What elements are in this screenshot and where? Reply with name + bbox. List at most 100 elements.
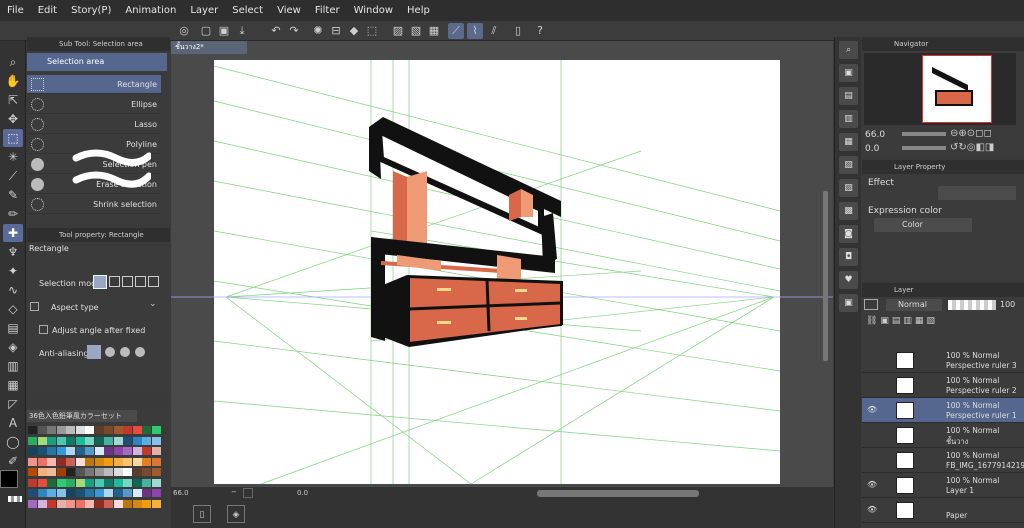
color-swatch[interactable] (94, 436, 104, 445)
eraser-icon[interactable]: ◇ (3, 300, 23, 318)
undo-icon[interactable]: ↶ (268, 23, 284, 39)
menu-item-window[interactable]: Window (347, 0, 400, 21)
anti-aliasing-medium[interactable] (120, 347, 130, 357)
subtool-ellipse[interactable]: Ellipse (27, 95, 161, 114)
color-swatch[interactable] (104, 499, 113, 508)
canvas-view[interactable] (171, 41, 833, 487)
color-swatch[interactable] (113, 426, 123, 434)
color-swatch[interactable] (142, 478, 151, 487)
color-swatch[interactable] (123, 447, 132, 455)
color-swatch-grid[interactable] (28, 426, 162, 522)
color-swatch[interactable] (28, 478, 37, 487)
navigator-zoom-slider[interactable] (902, 132, 946, 136)
save-icon[interactable]: ⤓ (234, 23, 250, 39)
color-swatch[interactable] (123, 468, 132, 476)
color-swatch[interactable] (37, 499, 47, 508)
brush-size-icon[interactable]: ▣ (839, 294, 858, 312)
canvas-zoom-value[interactable]: 66.0 (173, 489, 189, 497)
eye-hidden-icon[interactable] (867, 356, 875, 364)
color-swatch[interactable] (132, 478, 142, 487)
color-swatch[interactable] (47, 436, 56, 445)
color-swatch[interactable] (56, 436, 66, 445)
color-swatch[interactable] (66, 499, 75, 508)
color-swatch[interactable] (94, 489, 104, 497)
color-swatch[interactable] (123, 436, 132, 445)
color-swatch[interactable] (132, 436, 142, 445)
effect-buttons[interactable] (938, 186, 1016, 200)
menu-item-animation[interactable]: Animation (118, 0, 183, 21)
help-icon[interactable]: ? (532, 23, 548, 39)
selection-tool-icon[interactable]: ⬚ (3, 129, 23, 147)
color-swatch[interactable] (75, 426, 85, 434)
color-swatch[interactable] (75, 489, 85, 497)
selection-mode-add[interactable] (109, 276, 120, 287)
color-swatch[interactable] (66, 457, 75, 466)
color-set-select[interactable]: 36色入色鉛筆風カラーセット (27, 410, 137, 422)
color-swatch[interactable] (28, 436, 37, 445)
navigator-zoom-buttons-icon[interactable]: ⊖⊕⊙◻◻ (950, 128, 992, 139)
expression-color-select[interactable]: Color (874, 218, 972, 232)
color-swatch[interactable] (37, 457, 47, 466)
color-swatch[interactable] (47, 426, 56, 434)
color-swatch[interactable] (85, 447, 94, 455)
color-swatch[interactable] (56, 478, 66, 487)
transparent-swatch[interactable] (8, 496, 22, 502)
layer-blend-swatch[interactable] (864, 299, 878, 310)
layer-toolbar-icons[interactable]: ⛓▣▤▥▦▧ (866, 316, 1022, 330)
color-swatch[interactable] (47, 457, 56, 466)
color-swatch[interactable] (66, 426, 75, 434)
open-icon[interactable]: ▣ (216, 23, 232, 39)
anti-aliasing-none[interactable] (87, 345, 101, 359)
eye-icon[interactable]: 👁 (867, 406, 877, 414)
color-swatch[interactable] (113, 489, 123, 497)
color-swatch[interactable] (151, 457, 161, 466)
color-swatch[interactable] (94, 426, 104, 434)
color-swatch[interactable] (56, 426, 66, 434)
invert-icon[interactable]: ▧ (408, 23, 424, 39)
loading-icon[interactable]: ✺ (310, 23, 326, 39)
color-swatch[interactable] (123, 457, 132, 466)
balloon-icon[interactable]: ◯ (3, 433, 23, 451)
palette-icon[interactable]: ◘ (839, 248, 858, 266)
color-swatch[interactable] (151, 447, 161, 455)
color-swatch[interactable] (151, 489, 161, 497)
color-swatch[interactable] (151, 426, 161, 434)
fill-icon[interactable]: ◆ (346, 23, 362, 39)
color-swatch[interactable] (85, 499, 94, 508)
selection-mode-new[interactable] (93, 275, 107, 289)
pencil-icon[interactable]: ✏ (3, 205, 23, 223)
color-swatch[interactable] (104, 478, 113, 487)
color-swatch[interactable] (94, 447, 104, 455)
device-icon[interactable]: ▯ (510, 23, 526, 39)
auto-select-icon[interactable]: ✳ (3, 148, 23, 166)
color-swatch[interactable] (142, 499, 151, 508)
color-swatch[interactable] (142, 489, 151, 497)
hand-icon[interactable]: ✋ (3, 72, 23, 90)
color-swatch[interactable] (104, 436, 113, 445)
subtool-shrink-selection[interactable]: Shrink selection (27, 195, 161, 214)
camera-icon[interactable]: ◙ (839, 225, 858, 243)
color-swatch[interactable] (47, 499, 56, 508)
color-swatch[interactable] (28, 499, 37, 508)
menu-item-storyp[interactable]: Story(P) (64, 0, 118, 21)
text-icon[interactable]: A (3, 414, 23, 432)
color-swatch[interactable] (75, 499, 85, 508)
zoom-icon[interactable]: ⌕ (3, 53, 23, 71)
color-swatch[interactable] (37, 426, 47, 434)
color-swatch[interactable] (151, 468, 161, 476)
menu-item-edit[interactable]: Edit (31, 0, 64, 21)
layer-row[interactable]: 100 % Normal Perspective ruler 3 (862, 348, 1024, 373)
decoration-icon[interactable]: ✦ (3, 262, 23, 280)
color-swatch[interactable] (47, 478, 56, 487)
history-icon[interactable]: ▤ (839, 87, 858, 105)
eyedropper-icon[interactable]: ⟋ (3, 167, 23, 185)
canvas-angle-value[interactable]: 0.0 (297, 489, 308, 497)
color-swatch[interactable] (28, 489, 37, 497)
color-swatch[interactable] (151, 499, 161, 508)
menu-item-view[interactable]: View (270, 0, 308, 21)
chevron-down-icon[interactable]: ⌄ (149, 299, 159, 311)
color-swatch[interactable] (94, 499, 104, 508)
color-swatch[interactable] (104, 447, 113, 455)
timeline-icon[interactable]: ▯ (193, 505, 211, 523)
color-swatch[interactable] (113, 478, 123, 487)
